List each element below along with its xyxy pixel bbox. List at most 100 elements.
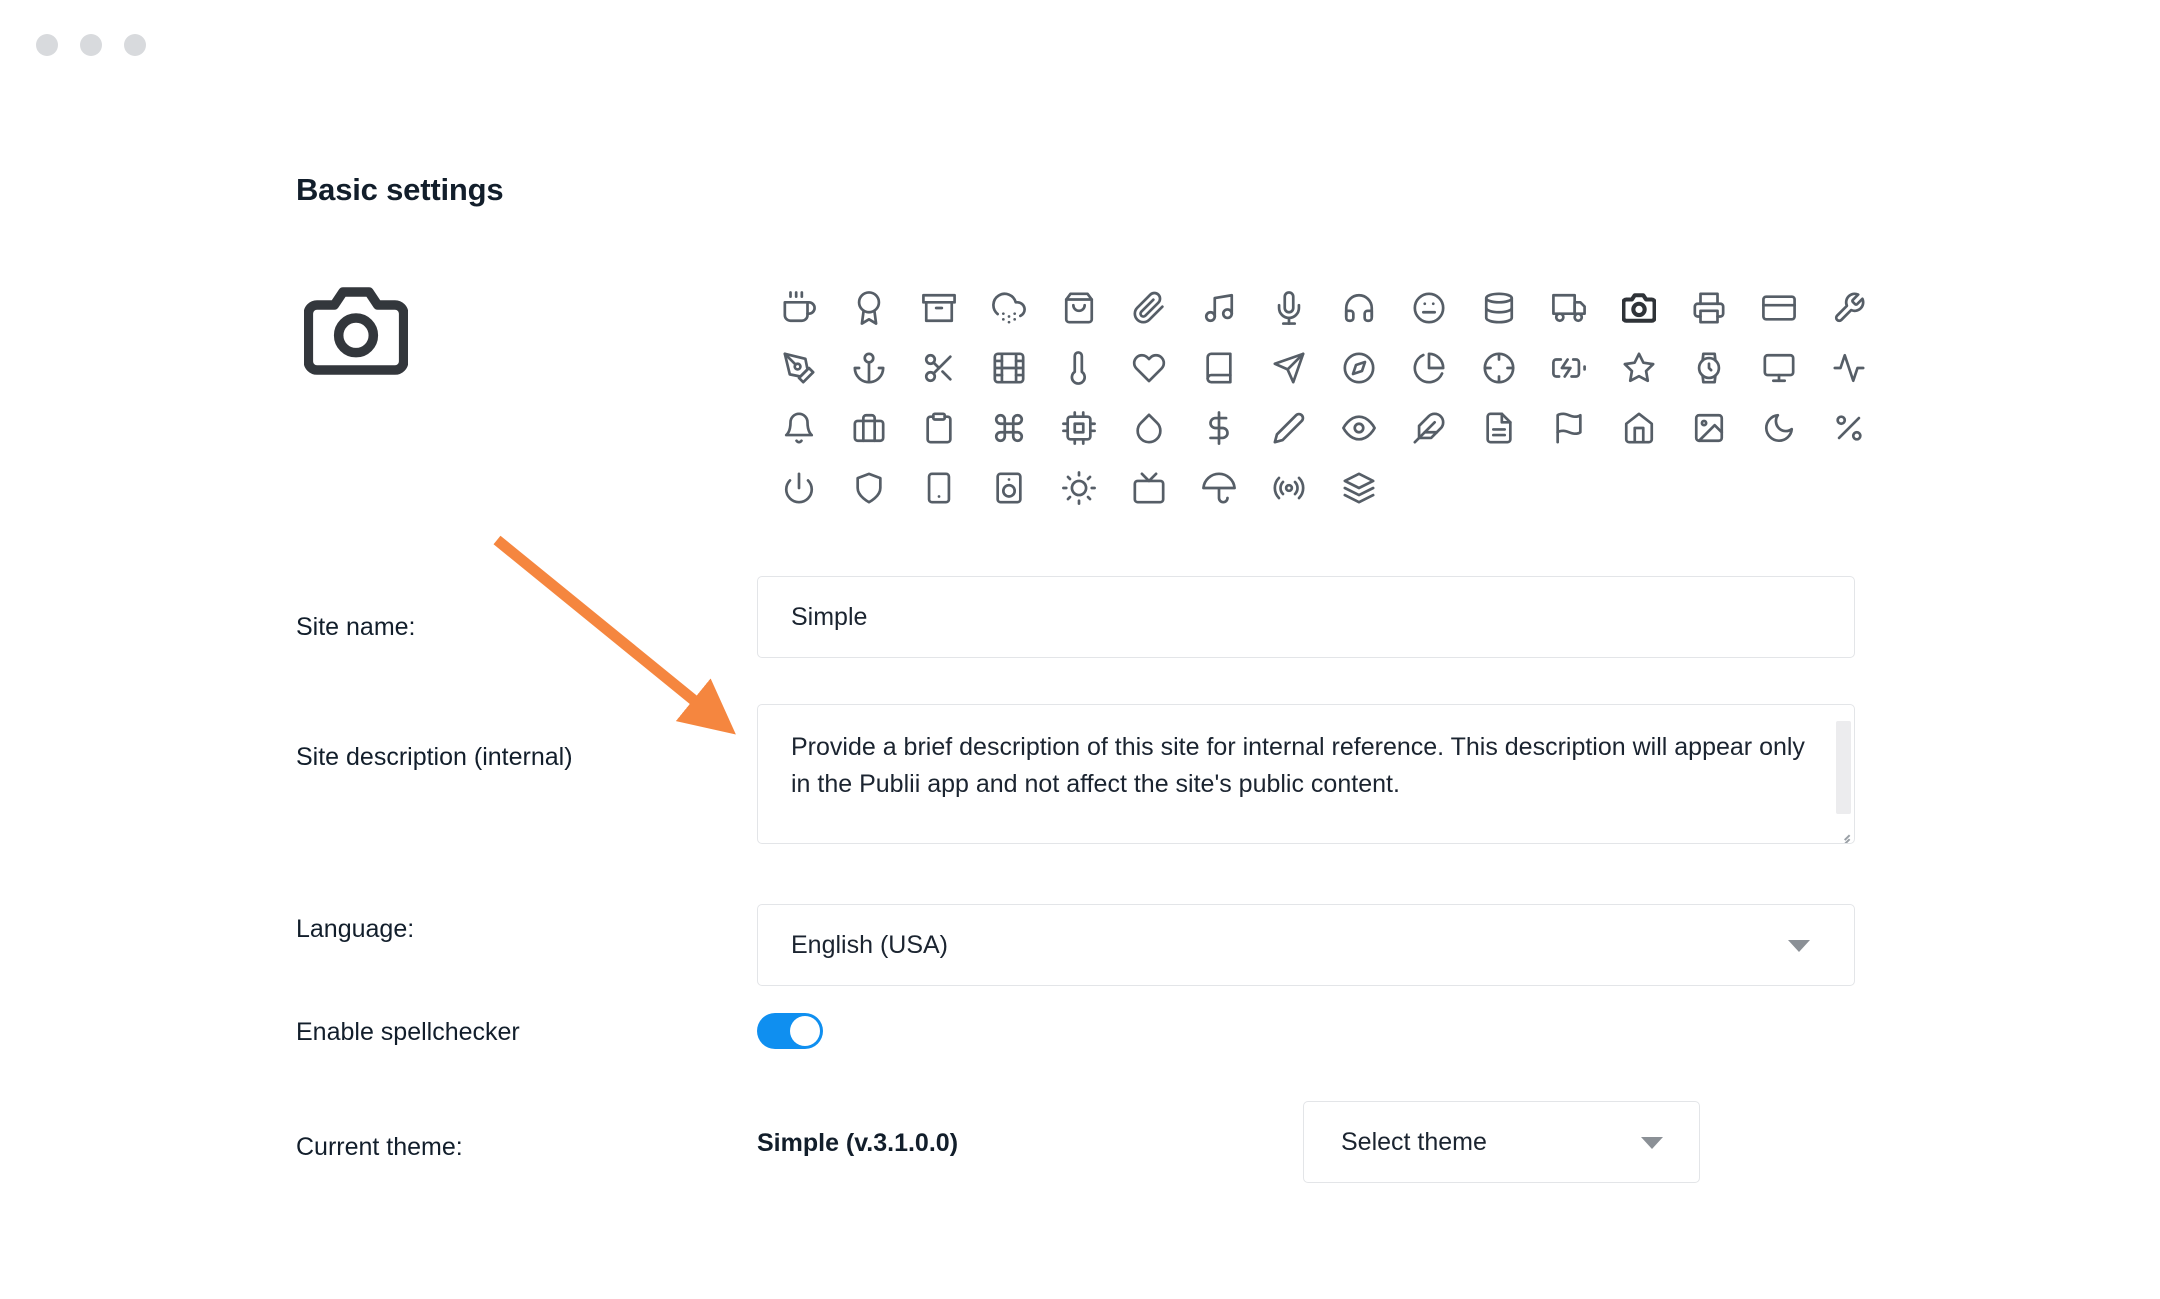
icon-cell-book-icon[interactable] <box>1184 338 1254 398</box>
icon-cell-award-icon[interactable] <box>834 278 904 338</box>
credit-card-icon <box>1762 291 1796 325</box>
layers-icon <box>1342 471 1376 505</box>
icon-cell-mic-icon[interactable] <box>1254 278 1324 338</box>
icon-cell-shield-icon[interactable] <box>834 458 904 518</box>
icon-cell-compass-icon[interactable] <box>1324 338 1394 398</box>
icon-cell-send-icon[interactable] <box>1254 338 1324 398</box>
icon-cell-layers-icon[interactable] <box>1324 458 1394 518</box>
icon-cell-dollar-sign-icon[interactable] <box>1184 398 1254 458</box>
rss-icon <box>1272 471 1306 505</box>
feather-icon <box>1412 411 1446 445</box>
send-icon <box>1272 351 1306 385</box>
icon-cell-crosshair-icon[interactable] <box>1464 338 1534 398</box>
icon-cell-power-icon[interactable] <box>764 458 834 518</box>
icon-cell-activity-icon[interactable] <box>1814 338 1884 398</box>
icon-cell-truck-icon[interactable] <box>1534 278 1604 338</box>
percent-icon <box>1832 411 1866 445</box>
icon-cell-pie-chart-icon[interactable] <box>1394 338 1464 398</box>
icon-cell-printer-icon[interactable] <box>1674 278 1744 338</box>
icon-cell-feather-icon[interactable] <box>1394 398 1464 458</box>
icon-cell-anchor-icon[interactable] <box>834 338 904 398</box>
shopping-bag-icon <box>1062 291 1096 325</box>
site-description-value: Provide a brief description of this site… <box>791 733 1805 798</box>
icon-cell-edit-icon[interactable] <box>1254 398 1324 458</box>
icon-cell-headphones-icon[interactable] <box>1324 278 1394 338</box>
icon-cell-heart-icon[interactable] <box>1114 338 1184 398</box>
icon-picker-grid[interactable] <box>764 278 1884 518</box>
sun-icon <box>1062 471 1096 505</box>
battery-charging-icon <box>1552 351 1586 385</box>
icon-cell-watch-icon[interactable] <box>1674 338 1744 398</box>
icon-cell-battery-charging-icon[interactable] <box>1534 338 1604 398</box>
spellchecker-toggle[interactable] <box>757 1013 823 1049</box>
icon-cell-pen-tool-icon[interactable] <box>764 338 834 398</box>
icon-cell-flag-icon[interactable] <box>1534 398 1604 458</box>
icon-cell-shopping-bag-icon[interactable] <box>1044 278 1114 338</box>
minimize-button[interactable] <box>80 34 102 56</box>
wrench-icon <box>1832 291 1866 325</box>
icon-cell-cloud-snow-icon[interactable] <box>974 278 1044 338</box>
icon-cell-cpu-icon[interactable] <box>1044 398 1114 458</box>
command-icon <box>992 411 1026 445</box>
maximize-button[interactable] <box>124 34 146 56</box>
icon-cell-monitor-icon[interactable] <box>1744 338 1814 398</box>
icon-cell-sun-icon[interactable] <box>1044 458 1114 518</box>
icon-cell-home-icon[interactable] <box>1604 398 1674 458</box>
icon-cell-paperclip-icon[interactable] <box>1114 278 1184 338</box>
icon-cell-rss-icon[interactable] <box>1254 458 1324 518</box>
close-button[interactable] <box>36 34 58 56</box>
icon-cell-speaker-icon[interactable] <box>974 458 1044 518</box>
flag-icon <box>1552 411 1586 445</box>
icon-cell-percent-icon[interactable] <box>1814 398 1884 458</box>
mic-icon <box>1272 291 1306 325</box>
icon-cell-image-icon[interactable] <box>1674 398 1744 458</box>
briefcase-icon <box>852 411 886 445</box>
icon-cell-tv-icon[interactable] <box>1114 458 1184 518</box>
site-name-label: Site name: <box>296 613 416 642</box>
language-select[interactable]: English (USA) <box>757 904 1855 986</box>
music-icon <box>1202 291 1236 325</box>
anchor-icon <box>852 351 886 385</box>
icon-cell-scissors-icon[interactable] <box>904 338 974 398</box>
icon-cell-wrench-icon[interactable] <box>1814 278 1884 338</box>
home-icon <box>1622 411 1656 445</box>
icon-cell-command-icon[interactable] <box>974 398 1044 458</box>
icon-cell-smartphone-icon[interactable] <box>904 458 974 518</box>
icon-cell-droplet-icon[interactable] <box>1114 398 1184 458</box>
icon-cell-star-icon[interactable] <box>1604 338 1674 398</box>
site-name-input[interactable]: Simple <box>757 576 1855 658</box>
icon-cell-meh-face-icon[interactable] <box>1394 278 1464 338</box>
star-icon <box>1622 351 1656 385</box>
textarea-scrollbar[interactable] <box>1836 721 1851 814</box>
icon-cell-bell-icon[interactable] <box>764 398 834 458</box>
icon-cell-briefcase-icon[interactable] <box>834 398 904 458</box>
icon-cell-camera-icon[interactable] <box>1604 278 1674 338</box>
icon-cell-file-text-icon[interactable] <box>1464 398 1534 458</box>
site-description-textarea[interactable]: Provide a brief description of this site… <box>757 704 1855 844</box>
scissors-icon <box>922 351 956 385</box>
headphones-icon <box>1342 291 1376 325</box>
crosshair-icon <box>1482 351 1516 385</box>
icon-cell-moon-icon[interactable] <box>1744 398 1814 458</box>
bell-icon <box>782 411 816 445</box>
icon-cell-credit-card-icon[interactable] <box>1744 278 1814 338</box>
shield-icon <box>852 471 886 505</box>
icon-cell-eye-icon[interactable] <box>1324 398 1394 458</box>
monitor-icon <box>1762 351 1796 385</box>
site-logo-placeholder[interactable] <box>296 276 416 386</box>
resize-handle-icon[interactable] <box>1836 826 1850 840</box>
current-theme-label: Current theme: <box>296 1133 463 1162</box>
printer-icon <box>1692 291 1726 325</box>
icon-cell-database-icon[interactable] <box>1464 278 1534 338</box>
icon-cell-music-icon[interactable] <box>1184 278 1254 338</box>
icon-cell-clipboard-icon[interactable] <box>904 398 974 458</box>
theme-select[interactable]: Select theme <box>1303 1101 1700 1183</box>
icon-cell-thermometer-icon[interactable] <box>1044 338 1114 398</box>
icon-cell-coffee-icon[interactable] <box>764 278 834 338</box>
clipboard-icon <box>922 411 956 445</box>
icon-cell-umbrella-icon[interactable] <box>1184 458 1254 518</box>
icon-cell-film-icon[interactable] <box>974 338 1044 398</box>
film-icon <box>992 351 1026 385</box>
icon-cell-archive-icon[interactable] <box>904 278 974 338</box>
file-text-icon <box>1482 411 1516 445</box>
